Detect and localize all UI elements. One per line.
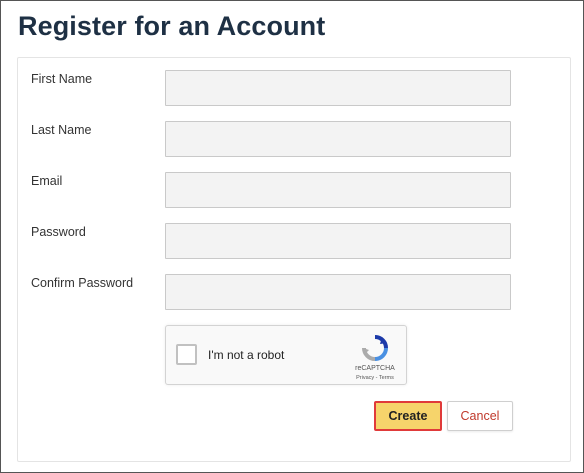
page-title: Register for an Account xyxy=(18,11,326,41)
recaptcha-logo-icon xyxy=(362,335,388,361)
recaptcha-brand: reCAPTCHA xyxy=(355,365,395,372)
recaptcha-label: I'm not a robot xyxy=(208,348,285,362)
last-name-label: Last Name xyxy=(31,123,92,137)
create-button[interactable]: Create xyxy=(374,401,442,431)
confirm-password-label: Confirm Password xyxy=(31,276,134,290)
cancel-button[interactable]: Cancel xyxy=(447,401,513,431)
app-window: Register for an Account First Name Last … xyxy=(0,0,584,473)
registration-form: First Name Last Name Email Password Conf… xyxy=(17,57,571,462)
email-field[interactable] xyxy=(165,172,511,208)
password-label: Password xyxy=(31,225,86,239)
email-label: Email xyxy=(31,174,63,188)
recaptcha-checkbox[interactable] xyxy=(176,344,197,365)
first-name-field[interactable] xyxy=(165,70,511,106)
recaptcha-links[interactable]: Privacy - Terms xyxy=(346,375,404,381)
last-name-field[interactable] xyxy=(165,121,511,157)
password-field[interactable] xyxy=(165,223,511,259)
first-name-label: First Name xyxy=(31,72,93,86)
recaptcha-widget: I'm not a robot reCAPTCHA Privacy - Term… xyxy=(165,325,407,385)
confirm-password-field[interactable] xyxy=(165,274,511,310)
